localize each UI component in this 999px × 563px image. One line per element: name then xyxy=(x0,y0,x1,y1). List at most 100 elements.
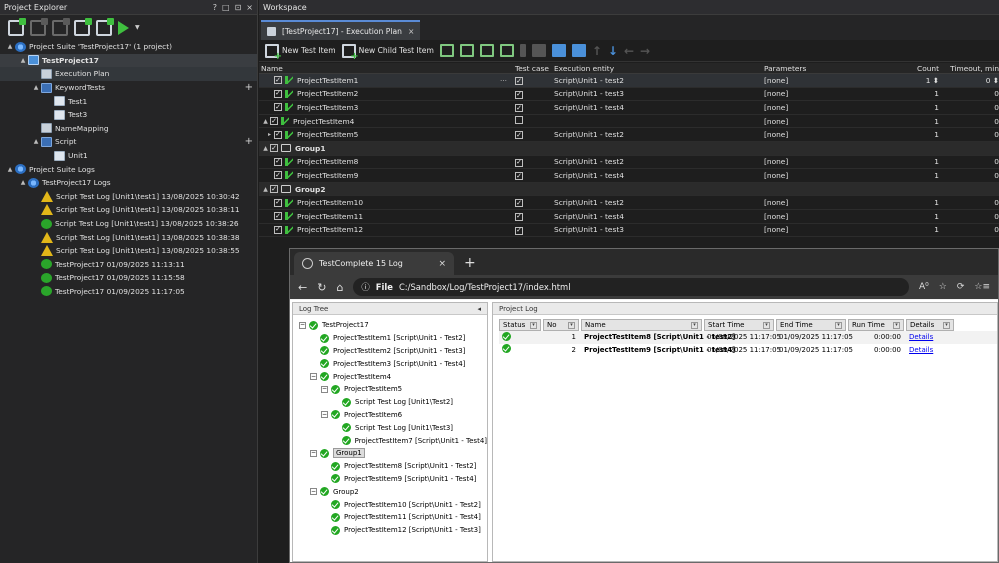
timeout-cell[interactable]: 0 xyxy=(943,225,999,234)
log-tree-item[interactable]: ProjectTestItem2 [Script\Unit1 - Test3] xyxy=(293,345,487,358)
add-new-item-icon[interactable] xyxy=(96,17,114,36)
count-cell[interactable]: 1 xyxy=(906,117,943,126)
count-cell[interactable]: 1 xyxy=(906,225,943,234)
new-child-test-item-button[interactable]: New Child Test Item xyxy=(341,43,434,62)
timeout-cell[interactable]: 0 xyxy=(943,212,999,221)
favorites-list-icon[interactable]: ☆≡ xyxy=(974,282,990,292)
test-item-row[interactable]: ✓ ProjectTestItem10 ✓ Script\Unit1 - test2[… xyxy=(259,196,999,210)
parameters-cell[interactable]: [none] xyxy=(764,198,906,207)
col-timeout[interactable]: Timeout, min xyxy=(943,64,999,73)
test-item-row[interactable]: ▲ ✓ ProjectTestItem4 [none] 1 0 xyxy=(259,115,999,129)
log-tree-item[interactable]: − TestProject17 xyxy=(293,319,487,332)
chevron-down-icon[interactable]: ▾ xyxy=(943,321,950,329)
count-cell[interactable]: 1 xyxy=(906,198,943,207)
tab-close-icon[interactable]: × xyxy=(408,27,414,36)
run-icon[interactable] xyxy=(118,20,129,35)
tree-item[interactable]: Unit1 xyxy=(0,149,257,163)
count-cell[interactable]: 1 xyxy=(906,212,943,221)
test-case-checkbox[interactable]: ✓ xyxy=(515,77,523,86)
tree-item[interactable]: Script Test Log [Unit1\test1] 13/08/2025… xyxy=(0,203,257,217)
execution-entity-cell[interactable]: Script\Unit1 - test4 xyxy=(554,103,764,112)
test-case-checkbox[interactable]: ✓ xyxy=(515,158,523,167)
parameters-cell[interactable]: [none] xyxy=(764,89,906,98)
tree-item[interactable]: ▲ TestProject17 Logs xyxy=(0,176,257,190)
col-status[interactable]: Status ▾ xyxy=(499,319,541,331)
chevron-down-icon[interactable]: ▾ xyxy=(568,321,575,329)
group-row[interactable]: ▲ ✓ Group1 xyxy=(259,141,999,156)
log-tree-item[interactable]: ProjectTestItem9 [Script\Unit1 - Test4] xyxy=(293,473,487,486)
tree-item[interactable]: ▲ Project Suite Logs xyxy=(0,162,257,176)
timeout-cell[interactable]: 0 xyxy=(943,157,999,166)
execution-entity-cell[interactable]: Script\Unit1 - test3 xyxy=(554,89,764,98)
log-tree-item[interactable]: − ProjectTestItem6 xyxy=(293,409,487,422)
expand-icon[interactable]: ▲ xyxy=(32,138,40,145)
chevron-down-icon[interactable]: ▾ xyxy=(763,321,770,329)
test-case-checkbox[interactable]: ✓ xyxy=(515,226,523,235)
collapse-icon[interactable]: − xyxy=(310,449,317,457)
log-tree-item[interactable]: ProjectTestItem11 [Script\Unit1 - Test4] xyxy=(293,511,487,524)
test-item-row[interactable]: ✓ ProjectTestItem2 ✓ Script\Unit1 - test3 [n… xyxy=(259,88,999,102)
enabled-checkbox[interactable]: ✓ xyxy=(274,225,282,234)
parameters-cell[interactable]: [none] xyxy=(764,103,906,112)
add-project-icon[interactable] xyxy=(8,17,26,36)
log-tree-item[interactable]: ProjectTestItem7 [Script\Unit1 - Test4] xyxy=(293,434,487,447)
test-case-checkbox[interactable]: ✓ xyxy=(515,104,523,113)
float-icon[interactable]: □ xyxy=(222,3,230,12)
tree-item[interactable]: Script Test Log [Unit1\test1] 13/08/2025… xyxy=(0,230,257,244)
test-case-checkbox[interactable]: ✓ xyxy=(515,131,523,140)
remove-item-icon[interactable] xyxy=(52,17,70,36)
count-cell[interactable]: 1 xyxy=(906,171,943,180)
extensions-icon[interactable]: ⟳ xyxy=(957,282,965,292)
chevron-down-icon[interactable]: ▾ xyxy=(691,321,698,329)
back-icon[interactable]: ← xyxy=(298,281,307,294)
log-tree-item[interactable]: ProjectTestItem1 [Script\Unit1 - Test2] xyxy=(293,332,487,345)
col-execution-entity[interactable]: Execution entity xyxy=(554,64,764,73)
url-text[interactable]: C:/Sandbox/Log/TestProject17/index.html xyxy=(399,282,571,292)
enabled-checkbox[interactable]: ✓ xyxy=(274,171,282,180)
tree-item[interactable]: ▲ TestProject17 xyxy=(0,53,257,68)
tree-item[interactable]: Script Test Log [Unit1\test1] 13/08/2025… xyxy=(0,217,257,231)
test-case-checkbox[interactable]: ✓ xyxy=(515,199,523,208)
enabled-checkbox[interactable]: ✓ xyxy=(270,185,278,194)
add-folder-icon[interactable] xyxy=(479,44,494,57)
test-item-row[interactable]: ▸ ✓ ProjectTestItem5 ✓ Script\Unit1 - test2[… xyxy=(259,128,999,142)
parameters-cell[interactable]: [none] xyxy=(764,225,906,234)
execution-entity-cell[interactable]: Script\Unit1 - test4 xyxy=(554,212,764,221)
favorite-icon[interactable]: ☆ xyxy=(939,282,947,292)
tree-item[interactable]: ▲ Project Suite 'TestProject17' (1 projec… xyxy=(0,40,257,54)
tree-item[interactable]: ▲ Script + xyxy=(0,135,257,149)
info-icon[interactable]: ⓘ xyxy=(361,281,369,293)
parameters-cell[interactable]: [none] xyxy=(764,130,906,139)
parameters-cell[interactable]: [none] xyxy=(764,171,906,180)
tree-item[interactable]: Script Test Log [Unit1\test1] 13/08/2025… xyxy=(0,190,257,204)
timeout-cell[interactable]: 0 xyxy=(943,103,999,112)
chevron-down-icon[interactable]: ▾ xyxy=(835,321,842,329)
tab-execution-plan[interactable]: [TestProject17] - Execution Plan × xyxy=(261,20,421,40)
count-cell[interactable]: 1 xyxy=(906,103,943,112)
col-end-time[interactable]: End Time ▾ xyxy=(776,319,846,331)
enabled-checkbox[interactable]: ✓ xyxy=(274,89,282,98)
home-icon[interactable]: ⌂ xyxy=(336,281,343,294)
enabled-checkbox[interactable]: ✓ xyxy=(274,212,282,221)
execution-entity-cell[interactable]: Script\Unit1 - test2 xyxy=(554,157,764,166)
col-no[interactable]: No ▾ xyxy=(543,319,579,331)
tree-item[interactable]: TestProject17 01/09/2025 11:17:05 xyxy=(0,285,257,299)
browser-tab-log[interactable]: TestComplete 15 Log × xyxy=(294,252,454,275)
collapse-icon[interactable]: − xyxy=(310,373,317,381)
collapse-icon[interactable]: − xyxy=(321,411,328,419)
chevron-down-icon[interactable]: ▾ xyxy=(530,321,537,329)
execution-entity-cell[interactable]: Script\Unit1 - test3 xyxy=(554,225,764,234)
run-dropdown-icon[interactable]: ▼ xyxy=(135,24,140,31)
execution-entity-cell[interactable]: Script\Unit1 - test2 xyxy=(554,76,764,85)
col-run-time[interactable]: Run Time ▾ xyxy=(848,319,904,331)
count-cell[interactable]: 1 xyxy=(906,89,943,98)
parameters-cell[interactable]: [none] xyxy=(764,157,906,166)
add-item-icon[interactable] xyxy=(30,17,48,36)
new-group-icon[interactable] xyxy=(439,44,454,57)
test-case-checkbox[interactable] xyxy=(515,116,523,125)
collapse-icon[interactable]: − xyxy=(310,488,317,496)
timeout-cell[interactable]: 0 xyxy=(943,198,999,207)
new-folder-icon[interactable] xyxy=(459,44,474,57)
collapse-panel-icon[interactable]: ◂ xyxy=(477,305,481,313)
table-row[interactable]: 1 ProjectTestItem8 [Script\Unit1 - test2]… xyxy=(499,331,997,344)
